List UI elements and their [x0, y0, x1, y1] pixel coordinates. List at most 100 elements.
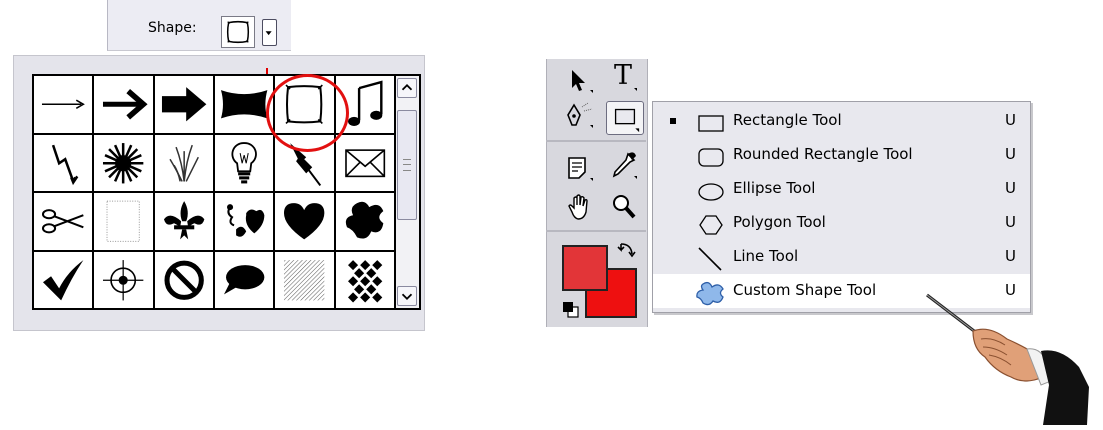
- swap-colors-icon[interactable]: [616, 240, 638, 262]
- pen-icon: [567, 102, 593, 128]
- menu-item-shortcut: U: [1005, 247, 1016, 265]
- polygon-icon: [693, 210, 729, 238]
- banner-icon: [220, 90, 268, 119]
- toolbox-divider: [546, 140, 646, 142]
- menu-item-shortcut: U: [1005, 111, 1016, 129]
- menu-item-ellipse-tool[interactable]: Ellipse Tool U: [653, 172, 1030, 206]
- default-colors-icon[interactable]: [561, 300, 581, 320]
- shape-cell[interactable]: [34, 134, 93, 191]
- shape-cell[interactable]: [275, 251, 334, 308]
- hand-icon: [568, 194, 588, 220]
- move-tool[interactable]: [564, 66, 596, 96]
- bold-arrow-icon: [103, 89, 148, 120]
- menu-item-line-tool[interactable]: Line Tool U: [653, 240, 1030, 274]
- rectangle-icon: [614, 108, 640, 133]
- shape-cell[interactable]: [154, 251, 213, 308]
- custom-shape-icon: [693, 278, 729, 306]
- menu-item-shortcut: U: [1005, 179, 1016, 197]
- shape-cell[interactable]: [335, 251, 394, 308]
- move-icon: [572, 70, 593, 93]
- scissors-icon: [41, 209, 84, 234]
- grass-icon: [169, 144, 199, 182]
- shape-picker-scrollbar[interactable]: [396, 74, 421, 310]
- shape-cell[interactable]: [34, 193, 93, 250]
- menu-item-label: Custom Shape Tool: [733, 281, 877, 299]
- scroll-thumb[interactable]: [397, 110, 417, 220]
- lightbulb-icon: [231, 141, 257, 183]
- scroll-down-button[interactable]: [397, 286, 417, 306]
- hatched-square-icon: [284, 259, 325, 300]
- zoom-tool[interactable]: [608, 192, 640, 222]
- notes-icon: [568, 157, 593, 181]
- notes-tool[interactable]: [564, 154, 596, 184]
- starburst-icon: [103, 142, 144, 183]
- menu-item-polygon-tool[interactable]: Polygon Tool U: [653, 206, 1030, 240]
- menu-item-label: Ellipse Tool: [733, 179, 816, 197]
- rectangle-icon: [693, 108, 729, 136]
- menu-item-label: Rectangle Tool: [733, 111, 842, 129]
- frame-icon: [226, 20, 250, 44]
- rounded-rectangle-icon: [693, 142, 729, 170]
- chevron-down-icon: [401, 293, 413, 300]
- shape-cell[interactable]: [214, 251, 274, 308]
- shape-tool[interactable]: [606, 101, 644, 135]
- menu-item-label: Polygon Tool: [733, 213, 826, 231]
- shape-cell[interactable]: [34, 251, 93, 308]
- toolbox-divider: [546, 230, 646, 232]
- puzzle-blob-icon: [345, 201, 383, 239]
- shape-cell[interactable]: [94, 76, 153, 133]
- shape-cell[interactable]: [154, 134, 213, 191]
- type-icon: T: [614, 60, 633, 91]
- type-tool[interactable]: T: [608, 60, 640, 92]
- heart-icon: [284, 203, 325, 240]
- menu-item-rectangle-tool[interactable]: Rectangle Tool U: [653, 104, 1030, 138]
- chevron-up-icon: [401, 84, 413, 91]
- crosshair-icon: [103, 259, 144, 300]
- shape-cell[interactable]: [335, 193, 394, 250]
- ellipse-icon: [693, 176, 729, 204]
- shape-cell[interactable]: [154, 76, 213, 133]
- foreground-color-swatch[interactable]: [562, 245, 608, 291]
- pen-tool[interactable]: [564, 101, 596, 131]
- zoom-icon: [613, 195, 636, 219]
- floral-heart-icon: [227, 204, 265, 237]
- dotted-frame-icon: [106, 200, 141, 242]
- lightning-icon: [51, 144, 79, 185]
- heavy-arrow-icon: [161, 87, 207, 122]
- shape-tool-flyout-menu: Rectangle Tool U Rounded Rectangle Tool …: [652, 101, 1031, 313]
- menu-item-label: Rounded Rectangle Tool: [733, 145, 913, 163]
- pointing-hand-icon: [926, 293, 1089, 425]
- triangle-down-icon: [265, 31, 272, 36]
- line-icon: [693, 244, 729, 272]
- menu-item-label: Line Tool: [733, 247, 799, 265]
- menu-item-rounded-rectangle-tool[interactable]: Rounded Rectangle Tool U: [653, 138, 1030, 172]
- shape-cell[interactable]: [335, 134, 394, 191]
- shape-cell[interactable]: [214, 193, 274, 250]
- shape-cell[interactable]: [275, 193, 334, 250]
- active-bullet-icon: [670, 118, 676, 124]
- thin-arrow-icon: [41, 99, 85, 109]
- fleur-de-lis-icon: [163, 201, 204, 240]
- menu-item-shortcut: U: [1005, 213, 1016, 231]
- speech-bubble-icon: [223, 264, 265, 294]
- eyedropper-tool[interactable]: [608, 150, 640, 180]
- shape-cell[interactable]: [94, 193, 153, 250]
- shape-cell[interactable]: [214, 76, 274, 133]
- eyedropper-icon: [612, 152, 637, 179]
- checkmark-icon: [42, 259, 84, 300]
- shape-cell[interactable]: [214, 134, 274, 191]
- shape-cell[interactable]: [94, 251, 153, 308]
- menu-item-shortcut: U: [1005, 145, 1016, 163]
- shape-cell[interactable]: [154, 193, 213, 250]
- no-symbol-icon: [164, 260, 204, 300]
- shape-dropdown-button[interactable]: [262, 19, 277, 46]
- shape-preview-button[interactable]: [221, 16, 255, 48]
- selection-highlight-circle: [266, 74, 349, 152]
- shape-cell[interactable]: [34, 76, 93, 133]
- shape-cell[interactable]: [94, 134, 153, 191]
- shape-label: Shape:: [148, 20, 197, 36]
- annotation-tick: [266, 68, 268, 74]
- scroll-up-button[interactable]: [397, 78, 417, 98]
- hand-tool[interactable]: [564, 192, 596, 222]
- diamond-grid-icon: [347, 259, 382, 302]
